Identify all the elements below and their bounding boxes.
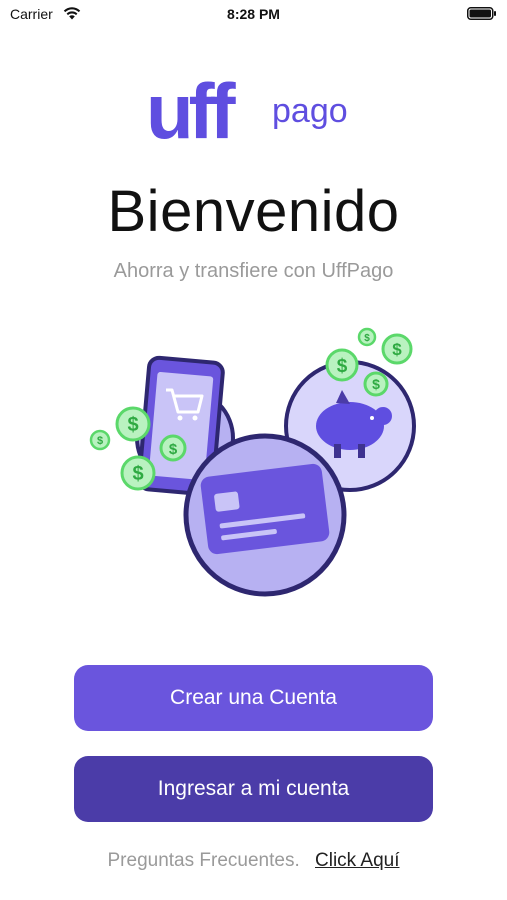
login-button[interactable]: Ingresar a mi cuenta [74,756,433,822]
svg-text:$: $ [372,376,380,392]
credit-card-icon [183,433,347,597]
hero-illustration: $ $ $ $ $ $ $ $ [89,327,416,597]
faq-link[interactable]: Click Aquí [315,850,399,871]
svg-text:$: $ [392,340,402,359]
status-time: 8:28 PM [227,6,280,22]
logo-suffix: pago [272,92,348,130]
welcome-title: Bienvenido [107,179,400,244]
faq-label: Preguntas Frecuentes. [107,850,300,871]
status-bar: Carrier 8:28 PM [0,0,507,30]
svg-text:$: $ [364,333,370,344]
svg-text:$: $ [97,435,103,447]
logo-brand: uff [146,68,237,155]
faq-row: Preguntas Frecuentes. Click Aquí [0,850,507,872]
svg-text:$: $ [337,356,348,377]
create-account-button[interactable]: Crear una Cuenta [74,665,433,731]
uffpago-logo: uff pago [146,68,348,155]
svg-text:$: $ [169,441,178,458]
welcome-subtitle: Ahorra y transfiere con UffPago [113,260,394,282]
svg-text:$: $ [132,463,143,485]
battery-icon [467,7,496,20]
svg-text:$: $ [127,414,138,436]
